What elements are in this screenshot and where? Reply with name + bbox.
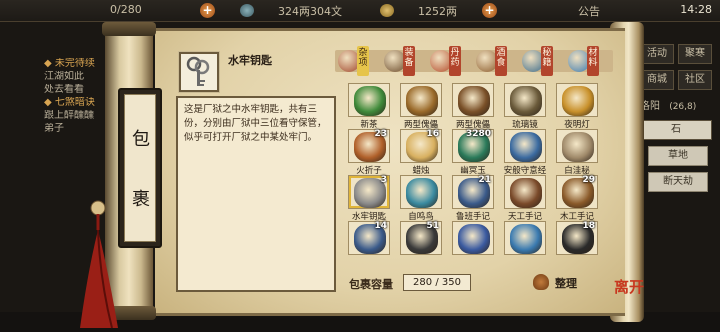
quest-line: 江湖如此 bbox=[44, 71, 84, 82]
map-stone-row[interactable]: 石 bbox=[640, 120, 712, 140]
inventory-slot[interactable] bbox=[452, 221, 494, 255]
clock: 14:28 bbox=[680, 3, 712, 16]
quest-title[interactable]: ◆ 未完待续 bbox=[44, 58, 114, 70]
tab-1[interactable]: 装备 bbox=[383, 45, 415, 77]
silver-icon bbox=[240, 4, 254, 17]
item-count: 21 bbox=[478, 175, 491, 185]
puppet-icon bbox=[458, 86, 490, 116]
inventory-slot[interactable] bbox=[556, 129, 598, 163]
inventory-slot[interactable]: 16 bbox=[400, 129, 442, 163]
inventory-slot[interactable]: 3 bbox=[348, 175, 390, 209]
gather-button[interactable]: 聚寒 bbox=[678, 44, 712, 64]
lantern-icon bbox=[562, 86, 594, 116]
tab-0[interactable]: 杂项 bbox=[337, 45, 369, 77]
item-count: 18 bbox=[582, 221, 595, 231]
tab-3[interactable]: 酒食 bbox=[475, 45, 507, 77]
roller-cap bbox=[102, 22, 156, 36]
inventory-slot[interactable]: 21 bbox=[452, 175, 494, 209]
inventory-slot[interactable] bbox=[556, 83, 598, 117]
quest-line: 弟子 bbox=[44, 123, 64, 134]
inventory-slot[interactable] bbox=[452, 83, 494, 117]
title-char: 包 bbox=[132, 129, 150, 150]
inventory-slot[interactable] bbox=[504, 175, 546, 209]
selected-item-icon bbox=[179, 52, 219, 92]
item-count: 14 bbox=[374, 221, 387, 231]
capacity-value: 280 / 350 bbox=[403, 274, 471, 291]
scroll-icon bbox=[562, 132, 594, 162]
capacity-label: 包裹容量 bbox=[349, 278, 393, 291]
keys-icon bbox=[186, 56, 210, 86]
top-status-bar: 0/280 + 324两304文 1252两 + 公告 14:28 bbox=[0, 0, 720, 22]
vase-icon bbox=[458, 224, 490, 254]
item-count: 3 bbox=[380, 175, 387, 185]
tab-5[interactable]: 材料 bbox=[567, 45, 599, 77]
category-tabs: 杂项 装备 丹药 酒食 秘籍 材料 bbox=[335, 45, 615, 77]
inventory-slot[interactable] bbox=[400, 175, 442, 209]
inventory-slot[interactable]: 3280 bbox=[452, 129, 494, 163]
book-icon bbox=[510, 178, 542, 208]
bird-icon bbox=[406, 178, 438, 208]
inventory-slot[interactable]: 18 bbox=[556, 221, 598, 255]
silver-amount: 324两304文 bbox=[278, 5, 342, 18]
sort-button[interactable]: 整理 bbox=[533, 272, 583, 292]
selected-item-name: 水牢钥匙 bbox=[228, 54, 272, 67]
gold-amount: 1252两 bbox=[418, 5, 457, 18]
tab-label: 丹药 bbox=[449, 46, 461, 76]
tab-label: 杂项 bbox=[357, 46, 369, 76]
item-count: 16 bbox=[426, 129, 439, 139]
tab-4[interactable]: 秘籍 bbox=[521, 45, 553, 77]
inventory-slot[interactable] bbox=[400, 83, 442, 117]
tea-icon bbox=[354, 86, 386, 116]
community-button[interactable]: 社区 bbox=[678, 70, 712, 90]
puppet-icon bbox=[406, 86, 438, 116]
quest-line: 处去看看 bbox=[44, 84, 84, 95]
activity-button[interactable]: 活动 bbox=[640, 44, 674, 64]
bag-icon bbox=[533, 274, 549, 290]
tassel-decoration bbox=[80, 200, 118, 329]
item-count: 3280 bbox=[465, 129, 491, 139]
tab-2[interactable]: 丹药 bbox=[429, 45, 461, 77]
inventory-grid: 新茶 两型傀儡 两型傀儡 琉璃镜 夜明灯 23 火折子 16 蜡烛 3280 幽冥玉 安般守意经 白洼秘… bbox=[344, 83, 606, 263]
level-progress: 0/280 bbox=[110, 3, 142, 16]
tab-label: 装备 bbox=[403, 46, 415, 76]
inventory-slot[interactable]: 29 bbox=[556, 175, 598, 209]
tab-label: 酒食 bbox=[495, 46, 507, 76]
tab-label: 秘籍 bbox=[541, 46, 553, 76]
telescope-icon bbox=[510, 86, 542, 116]
tab-label: 材料 bbox=[587, 46, 599, 76]
item-description: 这是厂狱之中水牢钥匙，共有三份，分别由厂狱中三位看守保管，似乎可打开厂狱之中某处… bbox=[176, 96, 336, 292]
grass-button[interactable]: 草地 bbox=[648, 146, 708, 166]
inventory-slot[interactable] bbox=[504, 83, 546, 117]
add-gold-button[interactable]: + bbox=[482, 3, 497, 18]
inventory-slot[interactable] bbox=[348, 83, 390, 117]
scroll-icon bbox=[510, 224, 542, 254]
gold-icon bbox=[380, 4, 394, 17]
inventory-slot[interactable]: 51 bbox=[400, 221, 442, 255]
leave-mark[interactable]: 离开 bbox=[614, 276, 644, 297]
inventory-slot[interactable] bbox=[504, 129, 546, 163]
item-count: 51 bbox=[426, 221, 439, 231]
inventory-slot[interactable] bbox=[504, 221, 546, 255]
quest-tracker[interactable]: ◆ 未完待续 江湖如此 处去看看 ◆ 七煞暗诀 跟上醉醺醺 弟子 bbox=[44, 58, 114, 136]
sort-button-label: 整理 bbox=[555, 277, 577, 290]
quest-title[interactable]: ◆ 七煞暗诀 bbox=[44, 97, 114, 109]
location-coords: (26,8) bbox=[669, 102, 697, 112]
inventory-slot[interactable]: 14 bbox=[348, 221, 390, 255]
add-energy-button[interactable]: + bbox=[200, 3, 215, 18]
item-count: 29 bbox=[582, 175, 595, 185]
location-label: 洛阳 (26,8) bbox=[640, 98, 712, 118]
quest-line: 跟上醉醺醺 bbox=[44, 110, 94, 121]
announcement-button[interactable]: 公告 bbox=[578, 3, 600, 19]
item-count: 23 bbox=[374, 129, 387, 139]
scroll-icon bbox=[510, 132, 542, 162]
shop-button[interactable]: 商城 bbox=[640, 70, 674, 90]
sky-trial-button[interactable]: 断天劫 bbox=[648, 172, 708, 192]
inventory-slot[interactable]: 23 bbox=[348, 129, 390, 163]
